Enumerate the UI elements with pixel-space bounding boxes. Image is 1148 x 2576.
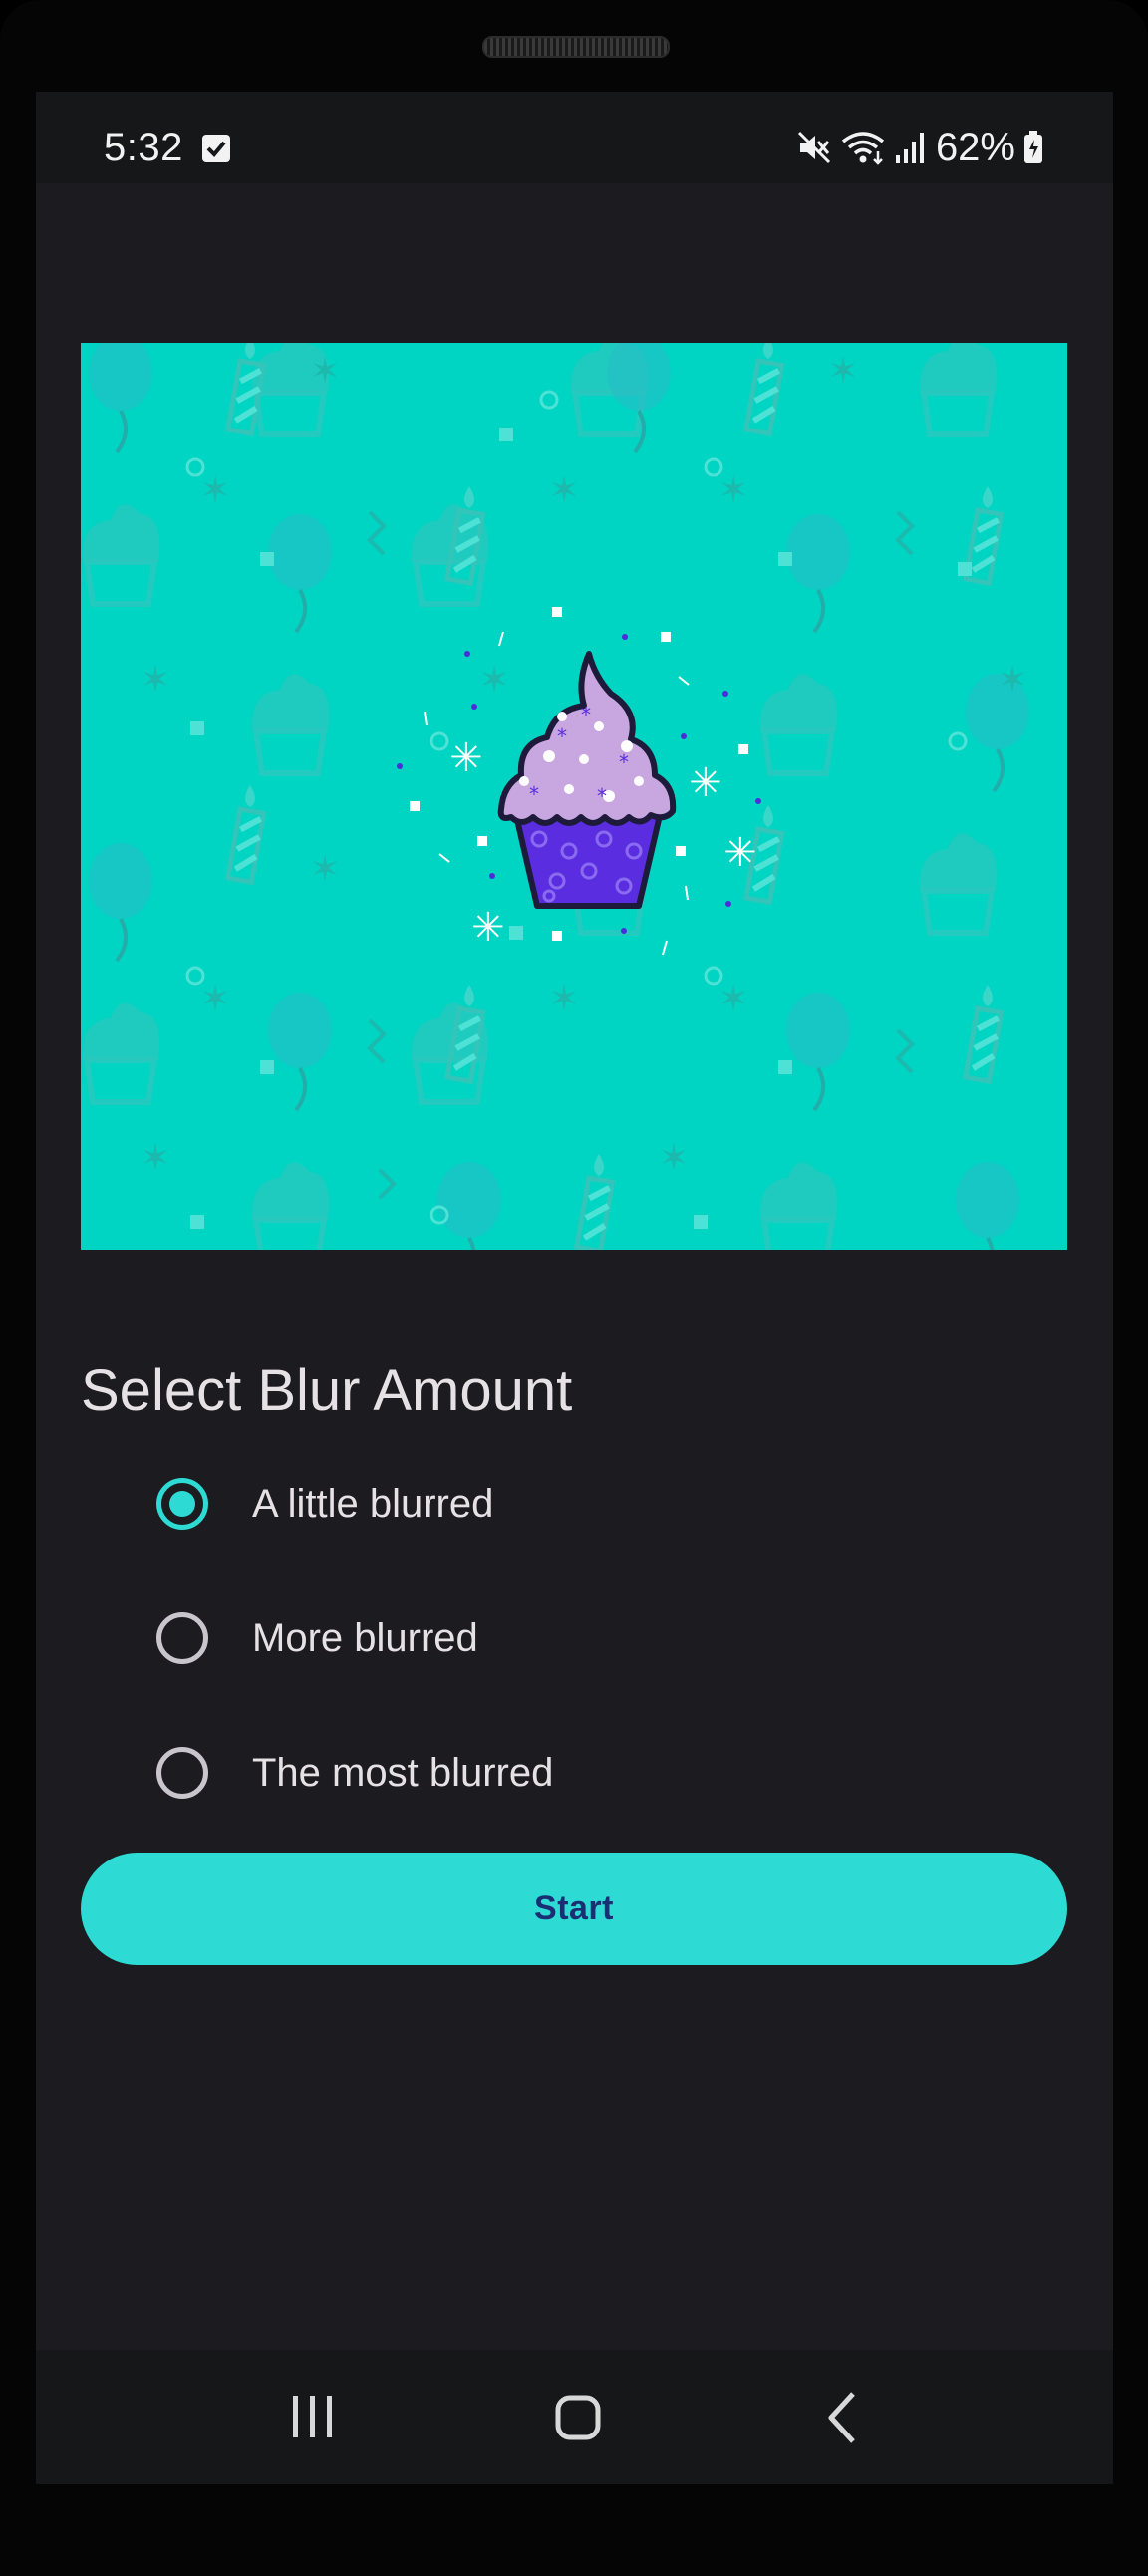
svg-text:✳: ✳ — [449, 735, 483, 781]
svg-text:*: * — [557, 724, 567, 748]
radio-option-label: A little blurred — [252, 1481, 494, 1526]
phone-bottom-bezel — [0, 2484, 1148, 2576]
svg-text:*: * — [619, 750, 629, 774]
svg-text:✶: ✶ — [718, 470, 748, 511]
svg-text:✶: ✶ — [200, 470, 230, 511]
svg-text:✶: ✶ — [200, 979, 230, 1019]
phone-frame: 5:32 62% ✶ ✶ ✶ ✶ ✶ ✶ ✶ ✶ ✶ ✶ ✶ ✶ ✶ ✶ ✳ ✳… — [0, 0, 1148, 2576]
svg-text:✶: ✶ — [310, 351, 340, 392]
svg-text:✶: ✶ — [549, 470, 579, 511]
svg-text:✶: ✶ — [141, 1138, 170, 1179]
svg-text:*: * — [529, 782, 539, 806]
start-button[interactable]: Start — [81, 1853, 1067, 1965]
radio-button[interactable] — [156, 1747, 208, 1799]
svg-text:✶: ✶ — [828, 351, 858, 392]
svg-text:✶: ✶ — [998, 660, 1027, 701]
battery-icon — [1023, 131, 1043, 164]
svg-text:*: * — [597, 784, 607, 808]
app-screen: 5:32 62% ✶ ✶ ✶ ✶ ✶ ✶ ✶ ✶ ✶ ✶ ✶ ✶ ✶ ✶ ✳ ✳… — [36, 92, 1113, 2484]
radio-option-more-blurred[interactable]: More blurred — [81, 1578, 1067, 1698]
back-icon[interactable] — [803, 2390, 883, 2445]
navigation-bar — [36, 2350, 1113, 2484]
status-time: 5:32 — [104, 126, 183, 169]
status-icons: 62% — [796, 125, 1043, 169]
signal-icon — [894, 130, 928, 165]
mute-icon — [796, 130, 832, 165]
svg-text:✶: ✶ — [479, 660, 509, 701]
svg-text:✳: ✳ — [723, 830, 757, 876]
radio-option-a-little-blurred[interactable]: A little blurred — [81, 1444, 1067, 1564]
radio-button-selected[interactable] — [156, 1478, 208, 1530]
radio-option-label: More blurred — [252, 1615, 478, 1660]
svg-text:✶: ✶ — [310, 849, 340, 890]
svg-text:✳: ✳ — [689, 760, 722, 806]
svg-text:✶: ✶ — [718, 979, 748, 1019]
home-icon[interactable] — [538, 2390, 618, 2445]
radio-option-the-most-blurred[interactable]: The most blurred — [81, 1713, 1067, 1833]
checkbox-notification-icon — [201, 134, 231, 163]
radio-button[interactable] — [156, 1612, 208, 1664]
status-bar: 5:32 62% — [36, 92, 1113, 183]
svg-text:*: * — [581, 703, 591, 726]
speaker-grille — [482, 36, 670, 58]
radio-option-label: The most blurred — [252, 1750, 554, 1795]
svg-text:✶: ✶ — [141, 660, 170, 701]
wifi-icon — [840, 130, 886, 165]
battery-percent: 62% — [935, 125, 1015, 169]
svg-text:✳: ✳ — [471, 905, 505, 951]
svg-text:✶: ✶ — [549, 979, 579, 1019]
svg-text:✶: ✶ — [659, 1138, 689, 1179]
recents-icon[interactable] — [273, 2390, 353, 2445]
cupcake-image: ✶ ✶ ✶ ✶ ✶ ✶ ✶ ✶ ✶ ✶ ✶ ✶ ✶ ✶ ✳ ✳ ✳ ✳ * * … — [81, 343, 1067, 1250]
blur-amount-title: Select Blur Amount — [81, 1358, 573, 1423]
